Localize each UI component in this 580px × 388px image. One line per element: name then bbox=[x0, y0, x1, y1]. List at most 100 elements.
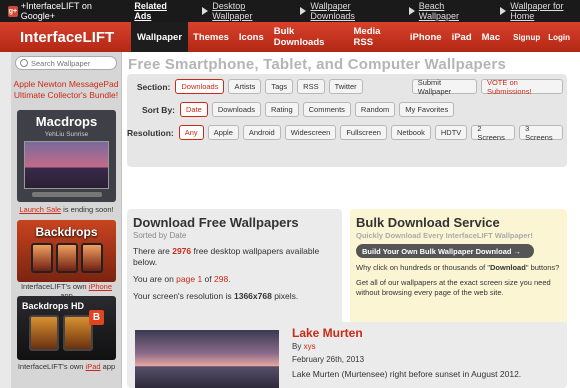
nav-iphone[interactable]: iPhone bbox=[405, 22, 447, 52]
nav-bulk-downloads[interactable]: Bulk Downloads bbox=[269, 22, 349, 52]
sunrise-image bbox=[24, 141, 109, 189]
section-rss-button[interactable]: RSS bbox=[297, 79, 325, 94]
play-arrow-icon bbox=[202, 7, 209, 15]
bulk-download-box: Bulk Download Service Quickly Download E… bbox=[350, 209, 567, 337]
sort-date-button[interactable]: Date bbox=[180, 102, 208, 117]
section-downloads-button[interactable]: Downloads bbox=[175, 79, 225, 94]
backdrops-hd-caption: InterfaceLIFT's own iPad app bbox=[17, 362, 116, 371]
backdrops-app-icon: B bbox=[89, 310, 104, 325]
current-page-link[interactable]: page 1 bbox=[176, 274, 202, 284]
text-segment: of bbox=[202, 274, 214, 284]
resolution-apple-button[interactable]: Apple bbox=[207, 125, 239, 140]
resolution-any-button[interactable]: Any bbox=[178, 125, 204, 140]
related-link-beach-wallpaper[interactable]: Beach Wallpaper bbox=[408, 1, 478, 21]
launch-sale-link[interactable]: Launch Sale bbox=[19, 205, 61, 214]
ad-title: Backdrops bbox=[35, 225, 98, 239]
page-info-text: You are on page 1 of 298. bbox=[133, 274, 336, 285]
caption-text: InterfaceLIFT's own bbox=[17, 362, 86, 371]
search-input[interactable] bbox=[31, 58, 115, 68]
resolution-3-screens-button[interactable]: 3 Screens bbox=[519, 124, 563, 142]
section-row: Section: Downloads Artists Tags RSS Twit… bbox=[127, 78, 567, 96]
wallpaper-count: 2976 bbox=[172, 246, 192, 256]
bulk-title: Bulk Download Service bbox=[356, 215, 500, 230]
sort-comments-button[interactable]: Comments bbox=[302, 102, 351, 117]
wallpaper-entry: Lake Murten By xys February 26th, 2013 L… bbox=[127, 322, 567, 388]
backdrops-hd-ad[interactable]: Backdrops HD B bbox=[17, 296, 116, 360]
resolution-2-screens-button[interactable]: 2 Screens bbox=[471, 124, 516, 142]
resolution-android-button[interactable]: Android bbox=[242, 125, 281, 140]
resolution-widescreen-button[interactable]: Widescreen bbox=[284, 125, 337, 140]
bulk-subtitle: Quickly Download Every InterfaceLIFT Wal… bbox=[356, 231, 533, 240]
sidebar: Apple Newton MessagePad Ultimate Collect… bbox=[11, 52, 122, 388]
section-artists-button[interactable]: Artists bbox=[228, 79, 262, 94]
site-logo[interactable]: InterfaceLIFT bbox=[0, 22, 131, 52]
total-pages-link[interactable]: 298 bbox=[214, 274, 228, 284]
phone-image bbox=[30, 243, 53, 273]
resolution-netbook-button[interactable]: Netbook bbox=[390, 125, 431, 140]
nav-wallpaper[interactable]: Wallpaper bbox=[130, 22, 189, 52]
resolution-info-text: Your screen's resolution is 1366x768 pix… bbox=[133, 291, 336, 302]
google-plus-label: +InterfaceLIFT on Google+ bbox=[20, 1, 92, 21]
author-link[interactable]: xys bbox=[304, 342, 316, 351]
related-link-wallpaper-downloads[interactable]: Wallpaper Downloads bbox=[300, 1, 386, 21]
build-bulk-download-button[interactable]: Build Your Own Bulk Wallpaper Download → bbox=[356, 244, 534, 258]
sort-downloads-button[interactable]: Downloads bbox=[211, 102, 261, 117]
wallpaper-thumbnail[interactable] bbox=[135, 330, 279, 388]
site-header: InterfaceLIFT Wallpaper Themes Icons Bul… bbox=[0, 22, 580, 52]
promo-link[interactable]: Apple Newton MessagePad Ultimate Collect… bbox=[11, 79, 121, 101]
tablet-image bbox=[29, 315, 59, 351]
nav-icons[interactable]: Icons bbox=[234, 22, 269, 52]
signup-link[interactable]: Signup bbox=[513, 33, 540, 42]
search-box[interactable] bbox=[15, 56, 117, 70]
related-link-label: Wallpaper Downloads bbox=[310, 1, 355, 21]
promo-line-1: Apple Newton MessagePad bbox=[13, 79, 119, 89]
wallpaper-description: Lake Murten (Murtensee) right before sun… bbox=[292, 369, 522, 379]
nav-mac[interactable]: Mac bbox=[477, 22, 505, 52]
backdrops-ad[interactable]: Backdrops bbox=[17, 220, 116, 282]
resolution-row: Resolution: Any Apple Android Widescreen… bbox=[127, 124, 567, 142]
section-tags-button[interactable]: Tags bbox=[265, 79, 294, 94]
nav-ipad[interactable]: iPad bbox=[447, 22, 477, 52]
download-info-box: Download Free Wallpapers Sorted by Date … bbox=[127, 209, 342, 337]
main-nav: Wallpaper Themes Icons Bulk Downloads Me… bbox=[130, 22, 505, 52]
play-arrow-icon bbox=[300, 7, 307, 15]
sort-rating-button[interactable]: Rating bbox=[264, 102, 299, 117]
ad-title: Macdrops bbox=[35, 114, 98, 129]
macdrops-ad[interactable]: Macdrops YehLiu Sunrise bbox=[17, 110, 116, 202]
related-link-label: Wallpaper for Home bbox=[510, 1, 564, 21]
nav-themes[interactable]: Themes bbox=[188, 22, 234, 52]
set-background-button bbox=[31, 192, 102, 197]
text-segment-bold: Download bbox=[489, 263, 526, 272]
resolution-fullscreen-button[interactable]: Fullscreen bbox=[340, 125, 387, 140]
macdrops-caption: Launch Sale is ending soon! bbox=[17, 205, 116, 214]
text-segment: By bbox=[292, 342, 304, 351]
section-twitter-button[interactable]: Twitter bbox=[328, 79, 363, 94]
top-bar: g+ +InterfaceLIFT on Google+ Related Ads… bbox=[0, 0, 580, 22]
related-link-wallpaper-for-home[interactable]: Wallpaper for Home bbox=[500, 1, 580, 21]
text-segment: " buttons? bbox=[525, 263, 560, 272]
google-plus-link[interactable]: g+ +InterfaceLIFT on Google+ bbox=[8, 1, 116, 21]
resolution-hdtv-button[interactable]: HDTV bbox=[434, 125, 468, 140]
caption-text: is ending soon! bbox=[61, 205, 114, 214]
download-title: Download Free Wallpapers bbox=[133, 215, 299, 230]
text-segment: There are bbox=[133, 246, 173, 256]
sort-random-button[interactable]: Random bbox=[354, 102, 396, 117]
vote-submissions-button[interactable]: VOTE on Submissions! bbox=[480, 78, 563, 96]
google-plus-icon: g+ bbox=[8, 5, 18, 17]
bulk-question-text: Why click on hundreds or thousands of "D… bbox=[356, 263, 561, 273]
wallpaper-title-link[interactable]: Lake Murten bbox=[292, 326, 363, 340]
text-segment: Your screen's resolution is bbox=[133, 291, 234, 301]
submit-wallpaper-button[interactable]: Submit Wallpaper bbox=[411, 78, 477, 96]
page-title: Free Smartphone, Tablet, and Computer Wa… bbox=[128, 56, 506, 73]
text-segment: Why click on hundreds or thousands of " bbox=[356, 263, 490, 272]
sort-favorites-button[interactable]: My Favorites bbox=[399, 102, 455, 117]
related-link-desktop-wallpaper[interactable]: Desktop Wallpaper bbox=[202, 1, 278, 21]
related-ads-link[interactable]: Related Ads bbox=[134, 1, 180, 21]
iphone-app-link[interactable]: iPhone bbox=[89, 282, 112, 291]
login-link[interactable]: Login bbox=[548, 33, 570, 42]
sortby-row: Sort By: Date Downloads Rating Comments … bbox=[127, 102, 458, 117]
nav-media-rss[interactable]: Media RSS bbox=[349, 22, 405, 52]
sortby-label: Sort By: bbox=[141, 104, 175, 115]
ipad-app-link[interactable]: iPad bbox=[86, 362, 101, 371]
play-arrow-icon bbox=[408, 7, 415, 15]
